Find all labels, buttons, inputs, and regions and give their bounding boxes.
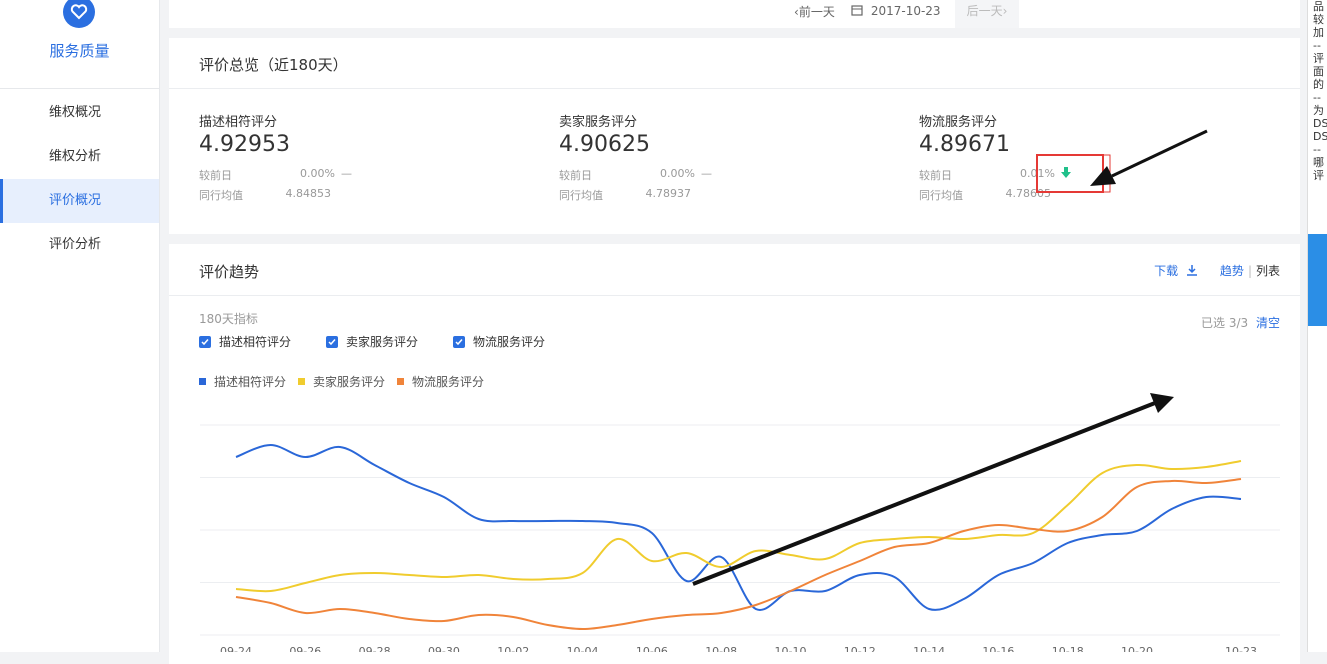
side-panel-button[interactable]: [1308, 280, 1327, 326]
sidebar-item-review-analysis[interactable]: 评价分析: [0, 223, 159, 267]
next-day-label: 后一天: [966, 4, 1003, 18]
no-change-indicator: —: [341, 167, 352, 180]
metric-value: 4.90625: [559, 132, 650, 157]
metric-avg-row: 同行均值 4.84853: [199, 187, 499, 203]
change-value: 0.00%: [660, 167, 695, 180]
metric-label: 卖家服务评分: [559, 115, 638, 130]
checkmark-icon: [199, 335, 211, 348]
metric-change-row: 较前日 0.01%: [919, 167, 1219, 183]
legend-label: 描述相符评分: [214, 375, 287, 389]
down-arrow-icon: [1061, 167, 1071, 183]
sidebar-item-rights-overview[interactable]: 维权概况: [0, 91, 159, 135]
trend-view-tab[interactable]: 趋势: [1220, 262, 1244, 279]
list-view-tab[interactable]: 列表: [1256, 262, 1280, 279]
divider: [169, 88, 1300, 89]
checkmark-icon: [453, 335, 466, 348]
download-icon: [1182, 264, 1198, 278]
trend-actions: 下载 趋势 | 列表: [1154, 262, 1280, 279]
metric-label: 物流服务评分: [919, 115, 998, 130]
compare-label: 较前日: [199, 169, 232, 182]
sidebar: 服务质量 维权概况 维权分析 评价概况 评价分析: [0, 0, 160, 652]
legend-item[interactable]: 物流服务评分: [397, 373, 484, 390]
metric-value: 4.89671: [919, 132, 1010, 157]
sidebar-item-review-overview[interactable]: 评价概况: [0, 179, 159, 223]
checkbox-seller-service[interactable]: 卖家服务评分: [326, 333, 418, 350]
checkbox-label: 描述相符评分: [219, 335, 292, 349]
legend-swatch: [397, 378, 405, 385]
metric-logistics-service: 物流服务评分 4.89671 较前日 0.01% 同行均值 4.78605: [919, 111, 1219, 203]
review-trend-card: 评价趋势 下载 趋势 | 列表 180天指标 已选 3/3 清空 描述相符评分 …: [169, 244, 1300, 664]
prev-day-label: 前一天: [798, 4, 835, 19]
next-day-button[interactable]: 后一天 ›: [954, 0, 1020, 28]
metric-checkboxes: 描述相符评分 卖家服务评分 物流服务评分: [199, 333, 580, 350]
chart-legend: 描述相符评分 卖家服务评分 物流服务评分: [199, 373, 496, 390]
legend-swatch: [298, 378, 306, 385]
checkbox-label: 物流服务评分: [473, 335, 546, 349]
metric-avg-row: 同行均值 4.78605: [919, 187, 1219, 203]
sidebar-item-rights-analysis[interactable]: 维权分析: [0, 135, 159, 179]
date-toolbar: ‹ 前一天 2017-10-23 后一天 ›: [169, 0, 1300, 28]
divider: [169, 295, 1300, 296]
checkmark-icon: [326, 335, 339, 348]
compare-label: 较前日: [919, 169, 952, 182]
selection-status: 已选 3/3 清空: [1201, 314, 1280, 331]
indicator-range-label: 180天指标: [199, 312, 258, 326]
change-value: 0.00%: [300, 167, 335, 180]
checkbox-logistics-service[interactable]: 物流服务评分: [453, 333, 545, 350]
metric-label: 描述相符评分: [199, 115, 278, 130]
change-value: 0.01%: [1020, 167, 1055, 180]
side-panel-text: 品 较 加 -- 评 面 的 -- 为 DS DS -- 哪 评: [1313, 0, 1327, 182]
avg-value: 4.78937: [645, 187, 692, 200]
side-panel-button[interactable]: [1308, 234, 1327, 280]
metric-value: 4.92953: [199, 132, 290, 157]
date-navigator: ‹ 前一天 2017-10-23 后一天 ›: [794, 0, 1020, 28]
avg-value: 4.78605: [1005, 187, 1052, 200]
legend-item[interactable]: 卖家服务评分: [298, 373, 385, 390]
metric-change-row: 较前日 0.00% —: [559, 167, 859, 183]
review-overview-card: 评价总览（近180天） 描述相符评分 4.92953 较前日 0.00% — 同…: [169, 38, 1300, 234]
checkbox-description[interactable]: 描述相符评分: [199, 333, 291, 350]
metric-avg-row: 同行均值 4.78937: [559, 187, 859, 203]
overview-title: 评价总览（近180天）: [199, 56, 348, 74]
trend-title: 评价趋势: [199, 263, 260, 281]
sidebar-nav: 维权概况 维权分析 评价概况 评价分析: [0, 89, 159, 267]
brand-title: 服务质量: [49, 42, 110, 60]
download-label: 下载: [1154, 264, 1179, 278]
calendar-icon[interactable]: [851, 4, 863, 19]
legend-swatch: [199, 378, 206, 385]
prev-day-button[interactable]: ‹ 前一天: [794, 3, 835, 20]
avg-label: 同行均值: [199, 189, 243, 202]
legend-label: 物流服务评分: [412, 375, 485, 389]
avg-value: 4.84853: [285, 187, 332, 200]
metric-change-row: 较前日 0.00% —: [199, 167, 499, 183]
brand: 服务质量: [0, 0, 159, 89]
download-button[interactable]: 下载: [1154, 262, 1198, 279]
clear-button[interactable]: 清空: [1256, 316, 1280, 330]
chevron-right-icon: ›: [1002, 4, 1008, 18]
heart-shield-icon: [63, 0, 95, 28]
metric-description: 描述相符评分 4.92953 较前日 0.00% — 同行均值 4.84853: [199, 111, 499, 203]
no-change-indicator: —: [701, 167, 712, 180]
tab-separator: |: [1247, 263, 1252, 278]
right-side-panel: 品 较 加 -- 评 面 的 -- 为 DS DS -- 哪 评: [1307, 0, 1327, 652]
selected-count: 已选 3/3: [1201, 316, 1249, 330]
legend-label: 卖家服务评分: [313, 375, 386, 389]
metric-seller-service: 卖家服务评分 4.90625 较前日 0.00% — 同行均值 4.78937: [559, 111, 859, 203]
avg-label: 同行均值: [919, 189, 963, 202]
current-date[interactable]: 2017-10-23: [871, 4, 941, 18]
checkbox-label: 卖家服务评分: [346, 335, 419, 349]
legend-item[interactable]: 描述相符评分: [199, 373, 286, 390]
compare-label: 较前日: [559, 169, 592, 182]
avg-label: 同行均值: [559, 189, 603, 202]
